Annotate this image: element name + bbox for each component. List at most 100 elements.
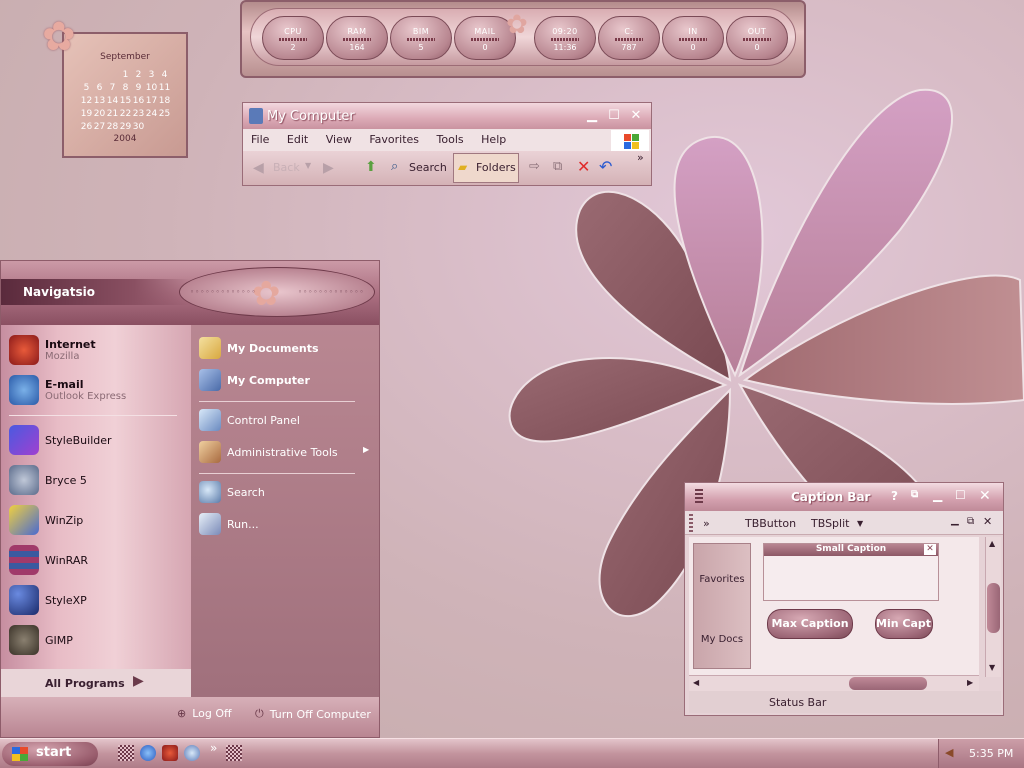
- recent-gimp[interactable]: GIMP: [9, 623, 73, 657]
- stylebuilder-icon: [9, 425, 39, 455]
- menu-help[interactable]: Help: [481, 133, 506, 146]
- meter-bim: BIM 5: [390, 16, 452, 60]
- close-button[interactable]: ✕: [979, 488, 991, 504]
- recent-stylexp[interactable]: StyleXP: [9, 583, 87, 617]
- back-button[interactable]: Back: [273, 161, 300, 174]
- system-meter-bar: CPU 2 RAM 164 BIM 5 MAIL 0 ✿ 09:20 11:36 C: 78…: [240, 0, 806, 78]
- delete-icon[interactable]: ✕: [577, 157, 590, 176]
- move-to-icon[interactable]: ⇨: [529, 159, 540, 174]
- toolbar: ◀ Back ▼ ▶ ⬆ ⌕ Search ▰ Folders ⇨ ⧉ ✕ ↶ …: [243, 151, 651, 185]
- min-caption-button[interactable]: Min Capti: [875, 609, 933, 639]
- my-computer-window[interactable]: My Computer ▁ ☐ ✕ File Edit View Favorit…: [242, 102, 652, 186]
- restore-button[interactable]: ⧉: [911, 489, 918, 500]
- quicklaunch-chevron-icon[interactable]: »: [210, 741, 217, 755]
- recent-bryce[interactable]: Bryce 5: [9, 463, 87, 497]
- scroll-right-icon[interactable]: ▶: [967, 678, 973, 687]
- back-arrow-icon[interactable]: ◀: [253, 160, 264, 176]
- folders-button[interactable]: ▰ Folders: [453, 153, 519, 183]
- calendar-month: September: [100, 52, 150, 62]
- places-my-computer[interactable]: My Computer: [199, 369, 310, 391]
- tray-expand-icon[interactable]: ◀: [945, 746, 953, 759]
- side-my-docs[interactable]: My Docs: [694, 634, 750, 645]
- mdi-close-button[interactable]: ✕: [983, 515, 992, 528]
- vertical-scrollbar[interactable]: ▲ ▼: [985, 537, 1001, 677]
- small-caption-title[interactable]: Small Caption: [764, 544, 938, 556]
- tbsplit-dropdown-icon[interactable]: ▼: [857, 519, 863, 528]
- up-folder-icon[interactable]: ⬆: [365, 159, 377, 175]
- small-caption-close-button[interactable]: ✕: [924, 544, 936, 555]
- all-programs-arrow-icon: ▶: [133, 673, 144, 689]
- tbsplit[interactable]: TBSplit: [811, 517, 849, 530]
- horizontal-scroll-thumb[interactable]: [849, 677, 927, 690]
- scroll-down-icon[interactable]: ▼: [989, 663, 995, 672]
- all-programs-row[interactable]: All Programs ▶: [1, 669, 191, 697]
- messenger-icon[interactable]: [184, 745, 200, 761]
- menu-view[interactable]: View: [326, 133, 352, 146]
- minimize-button[interactable]: ▁: [583, 108, 601, 124]
- show-desktop-icon[interactable]: [118, 745, 134, 761]
- horizontal-scrollbar[interactable]: ◀ ▶: [689, 675, 979, 691]
- system-tray: ◀ 5:35 PM: [938, 739, 1024, 768]
- places-search[interactable]: Search: [199, 481, 265, 503]
- places-run[interactable]: Run...: [199, 513, 259, 535]
- mozilla-quicklaunch-icon[interactable]: [162, 745, 178, 761]
- submenu-arrow-icon: ▶: [363, 445, 370, 454]
- meter-net-out: OUT 0: [726, 16, 788, 60]
- start-label: start: [36, 745, 72, 760]
- places-my-documents[interactable]: My Documents: [199, 337, 319, 359]
- copy-to-icon[interactable]: ⧉: [553, 159, 562, 174]
- my-computer-icon: [199, 369, 221, 391]
- meter-ram: RAM 164: [326, 16, 388, 60]
- mdi-restore-button[interactable]: ⧉: [967, 516, 974, 527]
- undo-icon[interactable]: ↶: [599, 157, 612, 176]
- recent-stylebuilder[interactable]: StyleBuilder: [9, 423, 112, 457]
- recent-winrar[interactable]: WinRAR: [9, 543, 88, 577]
- places-control-panel[interactable]: Control Panel: [199, 409, 300, 431]
- minimize-button[interactable]: ▁: [933, 488, 942, 502]
- side-favorites[interactable]: Favorites: [694, 574, 750, 585]
- caption-titlebar[interactable]: Caption Bar ? ⧉ ▁ ☐ ✕: [685, 483, 1003, 511]
- close-button[interactable]: ✕: [627, 108, 645, 124]
- help-button[interactable]: ?: [891, 489, 898, 503]
- forward-arrow-icon[interactable]: ▶: [323, 160, 334, 176]
- menu-favorites[interactable]: Favorites: [369, 133, 419, 146]
- calendar-grid: 1234 5 6 7 8 9 10 11 12 13 14 15 16 17 18 19 20 21 22 23…: [80, 69, 171, 132]
- admin-tools-icon: [199, 441, 221, 463]
- taskbar: start » ◀ 5:35 PM: [0, 738, 1024, 768]
- pinned-internet[interactable]: Internet Mozilla: [9, 333, 96, 367]
- clock[interactable]: 5:35 PM: [969, 747, 1013, 760]
- meter-flower-icon: ✿: [506, 10, 528, 40]
- start-button[interactable]: start: [2, 742, 98, 766]
- outlook-express-icon: [9, 375, 39, 405]
- search-button[interactable]: Search: [409, 161, 447, 174]
- menu-file[interactable]: File: [251, 133, 269, 146]
- scroll-left-icon[interactable]: ◀: [693, 678, 699, 687]
- vertical-scroll-thumb[interactable]: [987, 583, 1000, 633]
- toolbar-grip-icon: [689, 514, 693, 532]
- recent-winzip[interactable]: WinZip: [9, 503, 83, 537]
- mdi-minimize-button[interactable]: ▁: [951, 515, 959, 526]
- search-magnifier-icon: [199, 481, 221, 503]
- folder-icon: ▰: [458, 160, 468, 174]
- control-panel-icon: [199, 409, 221, 431]
- max-caption-button[interactable]: Max Caption: [767, 609, 853, 639]
- toolbar-chevron-icon[interactable]: »: [637, 151, 644, 164]
- caption-bar-window[interactable]: Caption Bar ? ⧉ ▁ ☐ ✕ » TBButton TBSplit…: [684, 482, 1004, 716]
- menu-edit[interactable]: Edit: [287, 133, 308, 146]
- folders-label: Folders: [476, 161, 516, 174]
- bryce-icon: [9, 465, 39, 495]
- pinned-email[interactable]: E-mail Outlook Express: [9, 373, 126, 407]
- places-administrative-tools[interactable]: Administrative Tools: [199, 441, 338, 463]
- log-off-button[interactable]: ⊕ Log Off: [177, 707, 232, 720]
- documents-folder-icon: [199, 337, 221, 359]
- internet-explorer-icon[interactable]: [140, 745, 156, 761]
- tbbutton[interactable]: TBButton: [745, 517, 796, 530]
- maximize-button[interactable]: ☐: [605, 108, 623, 124]
- toolbar-chevron[interactable]: »: [703, 517, 710, 530]
- turn-off-button[interactable]: ⏻ Turn Off Computer: [255, 707, 371, 721]
- scroll-up-icon[interactable]: ▲: [989, 539, 995, 548]
- menu-tools[interactable]: Tools: [437, 133, 464, 146]
- caption-toolbar: » TBButton TBSplit ▼ ▁ ⧉ ✕: [685, 511, 1003, 535]
- maximize-button[interactable]: ☐: [955, 488, 966, 502]
- back-dropdown-icon[interactable]: ▼: [305, 161, 311, 170]
